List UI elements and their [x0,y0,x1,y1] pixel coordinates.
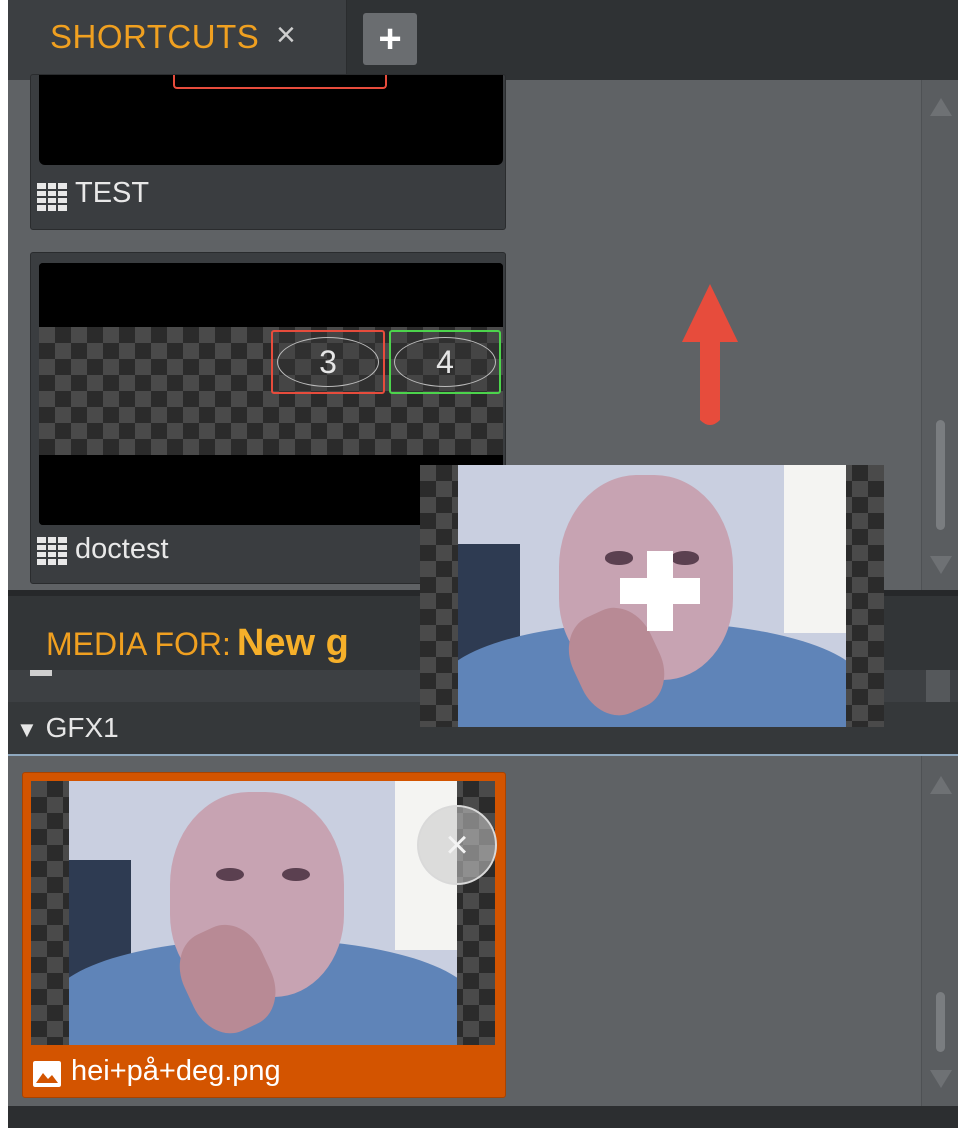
tab-shortcuts[interactable]: SHORTCUTS × [8,0,347,80]
slot-number: 4 [436,343,454,380]
slot-4[interactable]: 4 [389,330,501,394]
collapse-triangle-icon[interactable]: ▼ [16,717,38,742]
media-title-prefix: MEDIA FOR: [46,626,231,662]
gfx-section-label: ▼ GFX1 [16,712,119,744]
grid-icon [37,183,67,211]
scroll-up-icon[interactable] [930,98,952,116]
bottom-bar [8,1106,958,1128]
slot-3[interactable]: 3 [271,330,385,394]
add-tab-button[interactable]: + [363,13,417,65]
drag-preview [420,465,884,727]
shortcuts-scrollbar[interactable] [921,80,958,590]
plus-icon: + [378,17,402,61]
tab-shortcuts-label: SHORTCUTS [50,18,260,55]
media-image [69,781,457,1045]
scroll-down-icon[interactable] [930,556,952,574]
media-filename: hei+på+deg.png [71,1055,281,1087]
scrollbar-thumb[interactable] [936,420,945,530]
shortcut-label: doctest [75,533,169,565]
media-title-name: New g [236,622,349,664]
close-tab-icon[interactable]: × [276,16,296,55]
slot-number: 3 [319,343,337,380]
plus-icon [620,551,700,631]
tab-bar: SHORTCUTS × + [8,0,958,80]
scroll-down-icon[interactable] [930,1070,952,1088]
shortcut-card-test[interactable]: TEST [30,74,506,230]
up-arrow-icon [682,284,738,425]
shortcut-label: TEST [75,177,150,209]
scroll-up-icon[interactable] [930,776,952,794]
media-scrollbar[interactable] [921,756,958,1106]
close-icon: × [445,822,469,867]
image-icon [33,1061,61,1087]
shortcut-preview-black [39,101,503,165]
grid-icon [37,537,67,565]
gfx-label-text: GFX1 [45,712,119,743]
media-title: MEDIA FOR: New g [46,622,349,665]
app-window: SHORTCUTS × + TEST 3 4 doctest MEDIA FOR… [8,0,958,1128]
shortcut-preview [39,75,503,101]
scrollbar-thumb[interactable] [936,992,945,1052]
media-thumbnail: × [31,781,497,1045]
remove-media-button[interactable]: × [417,805,497,885]
media-item-card[interactable]: × hei+på+deg.png [22,772,506,1098]
media-panel: × hei+på+deg.png [8,756,958,1106]
